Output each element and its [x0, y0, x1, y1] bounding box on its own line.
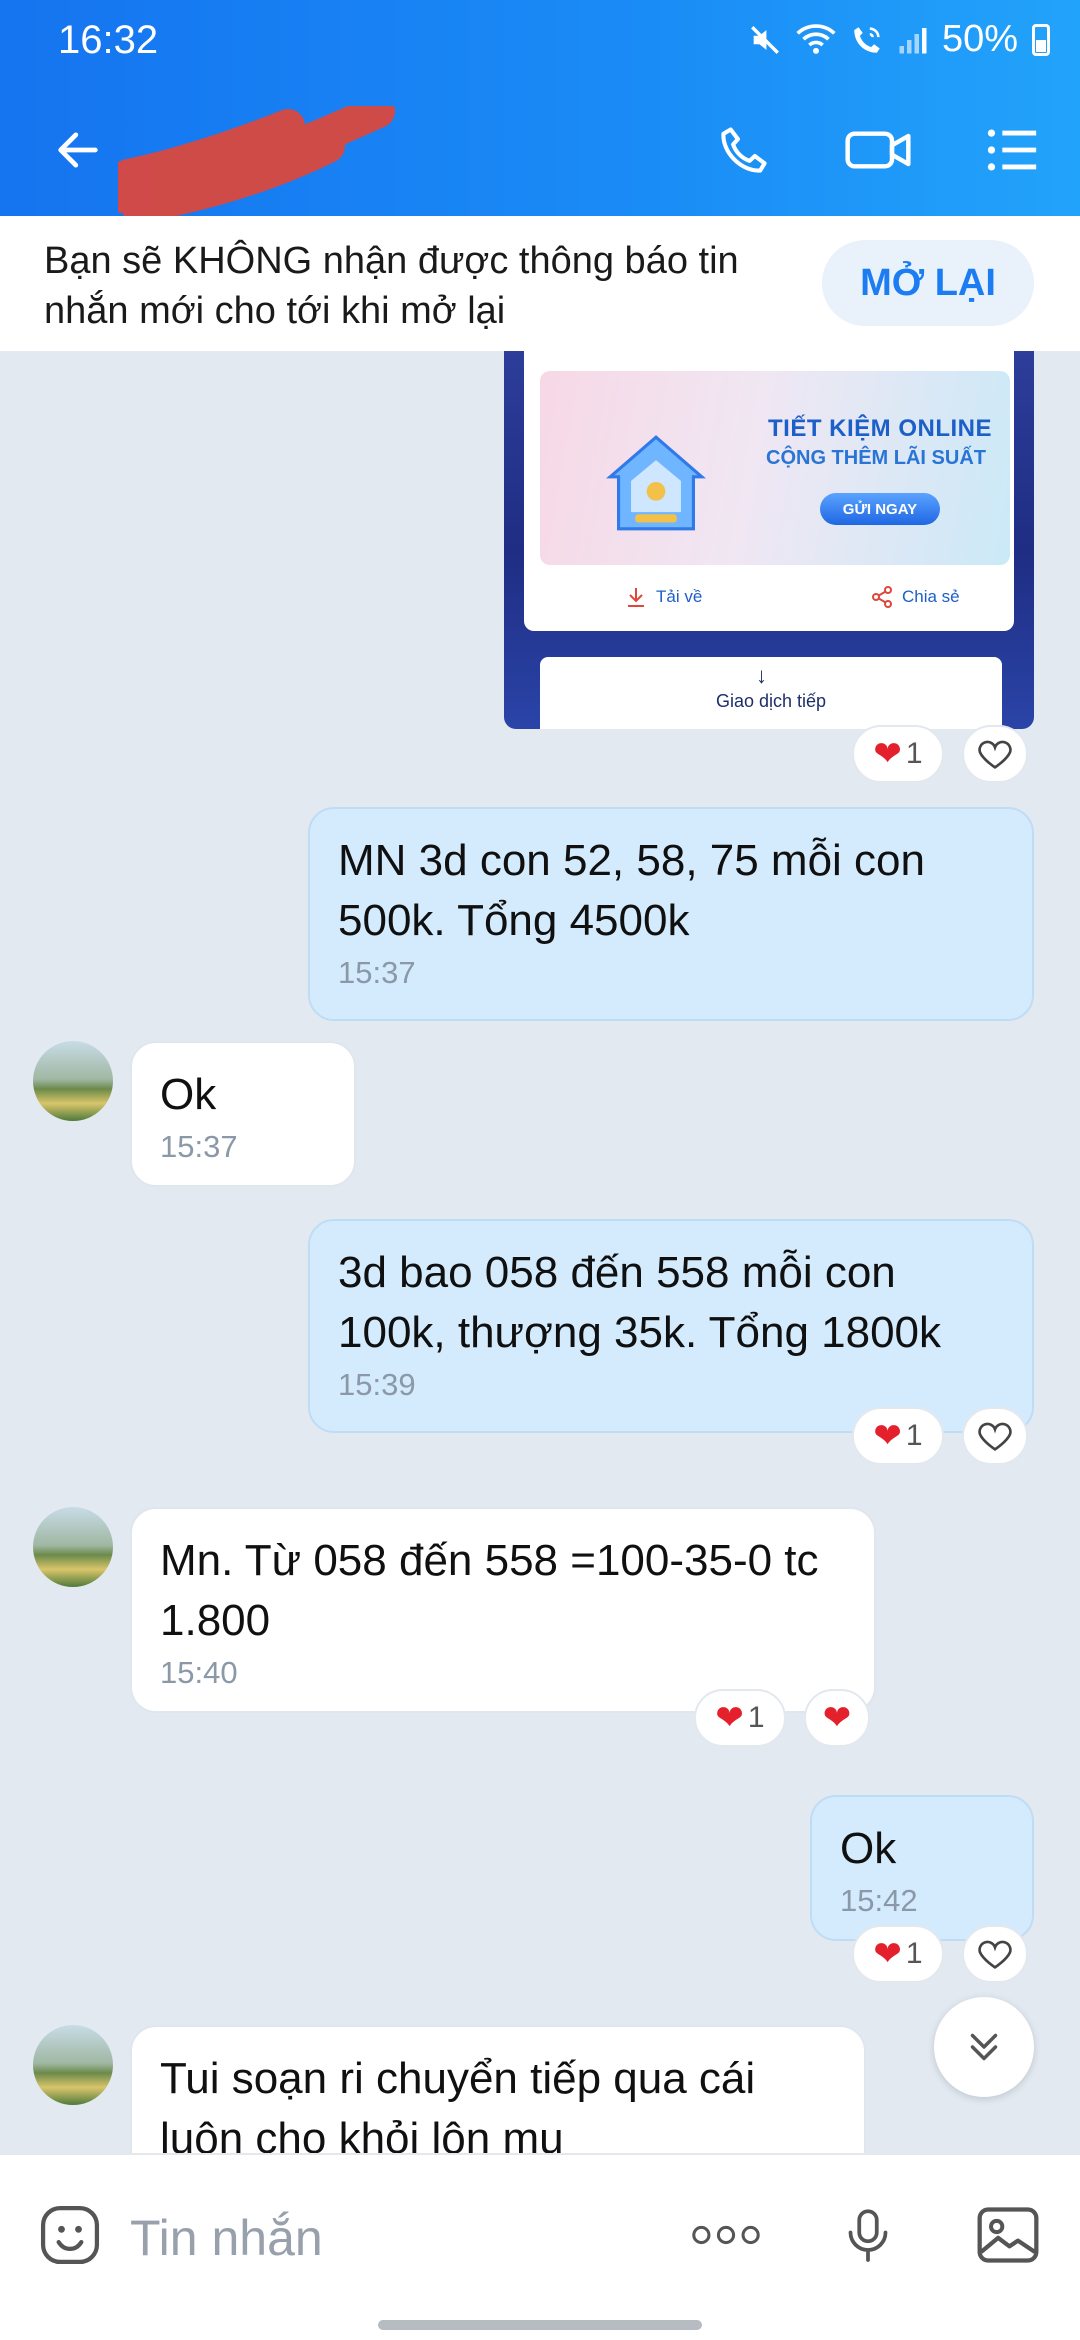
avatar[interactable] — [33, 2025, 113, 2105]
promo-continue-label: Giao dịch tiếp — [715, 691, 827, 711]
heart-outline-icon — [978, 1422, 1012, 1451]
download-icon — [628, 588, 644, 607]
heart-outline-icon — [978, 740, 1012, 769]
signal-icon — [899, 27, 927, 53]
reaction-count: 1 — [905, 737, 923, 770]
back-button[interactable] — [38, 110, 118, 190]
double-chevron-down-icon — [970, 2033, 998, 2061]
message-text: MN 3d con 52, 58, 75 mỗi con 500k. Tổng … — [338, 836, 925, 945]
promo-share: Chia sẻ — [870, 585, 960, 609]
more-dots-icon — [692, 2225, 760, 2245]
heart-icon: ❤ — [822, 1699, 852, 1737]
react-button[interactable]: ❤ — [804, 1689, 870, 1747]
message-time: 15:42 — [840, 1883, 918, 1918]
message-bubble-outgoing[interactable]: 3d bao 058 đến 558 mỗi con 100k, thượng … — [308, 1219, 1034, 1433]
heart-icon: ❤ — [873, 1417, 902, 1455]
react-button[interactable] — [962, 1407, 1028, 1465]
reaction-heart-count[interactable]: ❤ 1 — [852, 725, 944, 783]
mute-notice: Bạn sẽ KHÔNG nhận được thông báo tin nhắ… — [0, 216, 1080, 351]
promo-download: Tải về — [624, 585, 702, 609]
promo-cta-button: GỬI NGAY — [820, 493, 940, 525]
promo-image-message[interactable]: TIẾT KIỆM ONLINE CỘNG THÊM LÃI SUẤT GỬI … — [504, 351, 1034, 729]
image-icon — [977, 2207, 1039, 2263]
react-button[interactable] — [962, 725, 1028, 783]
scroll-to-bottom-button[interactable] — [934, 1997, 1034, 2097]
avatar[interactable] — [33, 1507, 113, 1587]
message-time: 15:37 — [338, 955, 416, 990]
sticker-face-icon — [40, 2205, 100, 2265]
list-menu-icon — [987, 129, 1037, 171]
message-text: 3d bao 058 đến 558 mỗi con 100k, thượng … — [338, 1248, 942, 1357]
promo-subtitle: CỘNG THÊM LÃI SUẤT — [766, 447, 986, 469]
reaction-count: 1 — [905, 1937, 923, 1970]
wifi-icon — [796, 23, 836, 54]
mute-notice-text: Bạn sẽ KHÔNG nhận được thông báo tin nhắ… — [44, 240, 739, 332]
video-call-button[interactable] — [838, 110, 918, 190]
reaction-heart-count[interactable]: ❤ 1 — [852, 1925, 944, 1983]
sticker-button[interactable] — [34, 2199, 106, 2271]
message-text: Ok — [160, 1070, 217, 1119]
unmute-button[interactable]: MỞ LẠI — [822, 240, 1034, 326]
promo-title: TIẾT KIỆM ONLINE — [768, 415, 992, 442]
message-text: Tui soạn ri chuyển tiếp qua cái luôn cho… — [160, 2054, 756, 2153]
message-time: 15:39 — [338, 1367, 416, 1402]
promo-actions: Tải về Chia sẻ — [540, 575, 1010, 625]
status-time: 16:32 — [58, 18, 159, 62]
promo-banner: TIẾT KIỆM ONLINE CỘNG THÊM LÃI SUẤT GỬI … — [540, 371, 1010, 565]
mute-icon — [750, 25, 779, 54]
video-call-icon — [845, 131, 911, 169]
message-time: 15:37 — [160, 1129, 238, 1164]
voice-message-button[interactable] — [832, 2199, 904, 2271]
microphone-icon — [848, 2209, 888, 2262]
message-bubble-incoming[interactable]: Mn. Từ 058 đến 558 =100-35-0 tc 1.800 15… — [130, 1507, 876, 1713]
message-bubble-incoming[interactable]: Tui soạn ri chuyển tiếp qua cái luôn cho… — [130, 2025, 866, 2153]
message-input-bar — [0, 2153, 1080, 2340]
share-icon — [872, 586, 892, 608]
more-options-button[interactable] — [690, 2199, 762, 2271]
message-bubble-outgoing[interactable]: Ok 15:42 — [810, 1795, 1034, 1941]
chat-options-button[interactable] — [972, 110, 1052, 190]
heart-icon: ❤ — [715, 1699, 744, 1737]
promo-inner-card: TIẾT KIỆM ONLINE CỘNG THÊM LÃI SUẤT GỬI … — [524, 351, 1014, 631]
status-icons: 50% — [748, 18, 1050, 61]
status-bar: 16:32 50% — [0, 0, 1080, 82]
promo-download-label: Tải về — [656, 587, 703, 606]
home-indicator[interactable] — [378, 2320, 702, 2330]
message-time: 15:40 — [160, 1655, 238, 1690]
promo-share-label: Chia sẻ — [902, 587, 960, 606]
reaction-count: 1 — [747, 1701, 765, 1734]
avatar[interactable] — [33, 1041, 113, 1121]
back-arrow-icon — [58, 132, 98, 168]
arrow-down-icon: ↓ — [756, 663, 767, 688]
reaction-count: 1 — [905, 1419, 923, 1452]
heart-icon: ❤ — [873, 1935, 902, 1973]
message-list[interactable]: TIẾT KIỆM ONLINE CỘNG THÊM LÃI SUẤT GỬI … — [0, 351, 1080, 2153]
phone-icon — [721, 127, 767, 173]
redaction-scribble — [118, 106, 395, 216]
savings-house-icon — [606, 435, 706, 531]
wifi-call-icon — [854, 26, 880, 53]
reaction-heart-count[interactable]: ❤ 1 — [852, 1407, 944, 1465]
heart-outline-icon — [978, 1940, 1012, 1969]
voice-call-button[interactable] — [704, 110, 784, 190]
heart-icon: ❤ — [873, 735, 902, 773]
message-bubble-outgoing[interactable]: MN 3d con 52, 58, 75 mỗi con 500k. Tổng … — [308, 807, 1034, 1021]
battery-icon — [1032, 23, 1050, 56]
react-button[interactable] — [962, 1925, 1028, 1983]
reaction-heart-count[interactable]: ❤ 1 — [694, 1689, 786, 1747]
send-image-button[interactable] — [972, 2199, 1044, 2271]
message-bubble-incoming[interactable]: Ok 15:37 — [130, 1041, 356, 1187]
promo-continue: ↓ Giao dịch tiếp — [540, 657, 1002, 729]
message-text: Mn. Từ 058 đến 558 =100-35-0 tc 1.800 — [160, 1536, 819, 1645]
chat-header — [0, 82, 1080, 216]
message-text: Ok — [840, 1824, 897, 1873]
battery-percent: 50% — [941, 18, 1018, 60]
message-input[interactable] — [130, 2203, 670, 2273]
